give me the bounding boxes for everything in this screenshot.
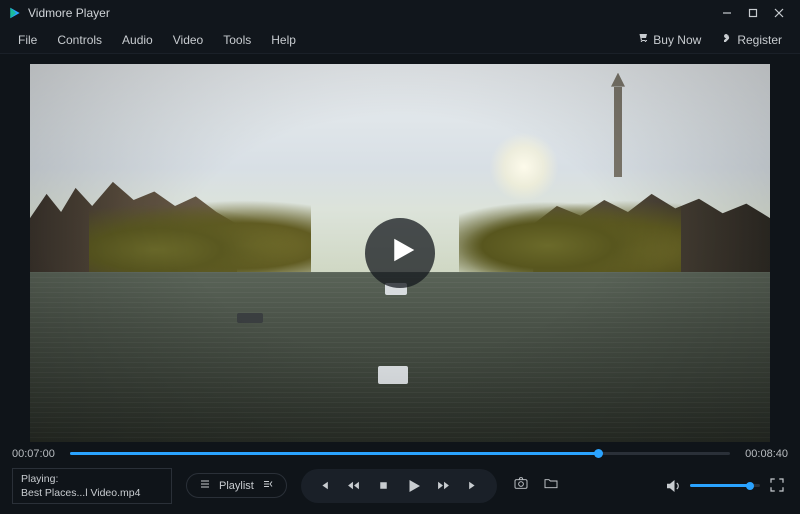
volume-button[interactable] bbox=[664, 477, 682, 495]
playlist-label: Playlist bbox=[219, 480, 254, 492]
capture-group bbox=[511, 476, 561, 496]
menu-audio[interactable]: Audio bbox=[112, 33, 163, 47]
next-button[interactable] bbox=[461, 473, 487, 499]
volume-fill bbox=[690, 484, 750, 487]
snapshot-button[interactable] bbox=[511, 476, 531, 496]
folder-icon bbox=[543, 475, 559, 496]
volume-thumb[interactable] bbox=[746, 482, 754, 490]
minimize-button[interactable] bbox=[714, 3, 740, 23]
app-title: Vidmore Player bbox=[28, 6, 110, 20]
menu-help[interactable]: Help bbox=[261, 33, 306, 47]
volume-group bbox=[664, 476, 788, 496]
transport-controls bbox=[301, 469, 497, 503]
play-button[interactable] bbox=[401, 473, 427, 499]
now-playing-label: Playing: bbox=[21, 472, 163, 486]
fullscreen-icon bbox=[768, 481, 786, 498]
rewind-button[interactable] bbox=[341, 473, 367, 499]
controls-row: Playing: Best Places...l Video.mp4 Playl… bbox=[0, 464, 800, 514]
menu-bar: File Controls Audio Video Tools Help Buy… bbox=[0, 26, 800, 54]
previous-button[interactable] bbox=[311, 473, 337, 499]
register-button[interactable]: Register bbox=[711, 32, 792, 47]
buy-now-label: Buy Now bbox=[653, 33, 701, 47]
playlist-toggle-icon bbox=[262, 478, 274, 493]
title-bar: Vidmore Player bbox=[0, 0, 800, 26]
play-overlay-button[interactable] bbox=[365, 218, 435, 288]
camera-icon bbox=[513, 475, 529, 496]
stop-button[interactable] bbox=[371, 473, 397, 499]
fullscreen-button[interactable] bbox=[768, 476, 788, 496]
forward-button[interactable] bbox=[431, 473, 457, 499]
register-label: Register bbox=[737, 33, 782, 47]
menu-tools[interactable]: Tools bbox=[213, 33, 261, 47]
current-time: 00:07:00 bbox=[12, 448, 60, 460]
play-icon bbox=[383, 235, 418, 270]
video-viewport[interactable] bbox=[30, 64, 770, 442]
open-folder-button[interactable] bbox=[541, 476, 561, 496]
volume-slider[interactable] bbox=[690, 481, 760, 491]
maximize-button[interactable] bbox=[740, 3, 766, 23]
menu-controls[interactable]: Controls bbox=[47, 33, 112, 47]
buy-now-button[interactable]: Buy Now bbox=[627, 32, 711, 47]
seek-thumb[interactable] bbox=[594, 449, 603, 458]
timeline-row: 00:07:00 00:08:40 bbox=[0, 446, 800, 464]
cart-icon bbox=[637, 32, 649, 47]
volume-icon bbox=[664, 482, 682, 499]
menu-file[interactable]: File bbox=[8, 33, 47, 47]
seek-fill bbox=[70, 452, 598, 455]
total-time: 00:08:40 bbox=[740, 448, 788, 460]
list-icon bbox=[199, 478, 211, 493]
app-logo bbox=[8, 6, 22, 20]
menu-video[interactable]: Video bbox=[163, 33, 213, 47]
seek-bar[interactable] bbox=[70, 448, 730, 460]
playlist-button[interactable]: Playlist bbox=[186, 473, 287, 498]
now-playing-filename: Best Places...l Video.mp4 bbox=[21, 486, 163, 500]
close-button[interactable] bbox=[766, 3, 792, 23]
now-playing-panel: Playing: Best Places...l Video.mp4 bbox=[12, 468, 172, 504]
key-icon bbox=[721, 32, 733, 47]
